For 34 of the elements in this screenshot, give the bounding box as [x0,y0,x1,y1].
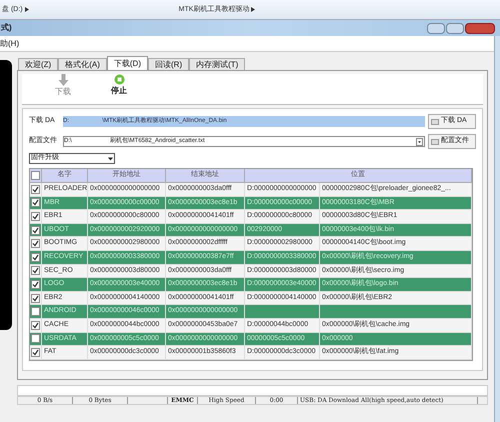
check-icon [32,348,39,356]
checkbox[interactable] [31,334,40,344]
checkbox[interactable] [31,171,40,180]
checkbox[interactable] [31,266,40,276]
checkbox[interactable] [31,239,40,248]
checkbox[interactable] [31,212,40,221]
checkbox[interactable] [31,184,40,194]
close-button[interactable] [465,22,495,34]
tab[interactable]: 欢迎(Z) [18,58,58,70]
checkbox[interactable] [31,294,40,303]
arrow-down-icon [58,74,68,86]
dropdown-arrow-icon [108,156,113,160]
folder-icon [431,138,439,144]
chevron-right-icon [251,7,256,12]
tab[interactable]: 下载(D) [106,56,148,70]
checkbox[interactable] [31,198,40,208]
menu-item[interactable]: 助(H) [0,38,20,50]
checkbox[interactable] [31,307,40,316]
maximize-button[interactable] [446,22,464,34]
check-icon [32,322,39,329]
tab[interactable]: 格式化(A) [58,58,107,70]
checkbox[interactable] [31,226,40,235]
tab[interactable]: 内存测试(T) [189,58,246,70]
folder-icon [431,118,439,124]
tab[interactable]: 回读(R) [148,58,190,70]
checkbox[interactable] [31,320,40,330]
minimize-button[interactable] [427,22,445,34]
window-title: 式) [1,22,12,34]
checkbox[interactable] [31,280,40,289]
checkbox[interactable] [31,252,40,262]
chevron-right-icon [24,7,29,12]
stop-button[interactable]: 停止 [111,74,127,104]
dropdown-arrow-icon [416,138,423,146]
checkbox[interactable] [31,348,40,357]
